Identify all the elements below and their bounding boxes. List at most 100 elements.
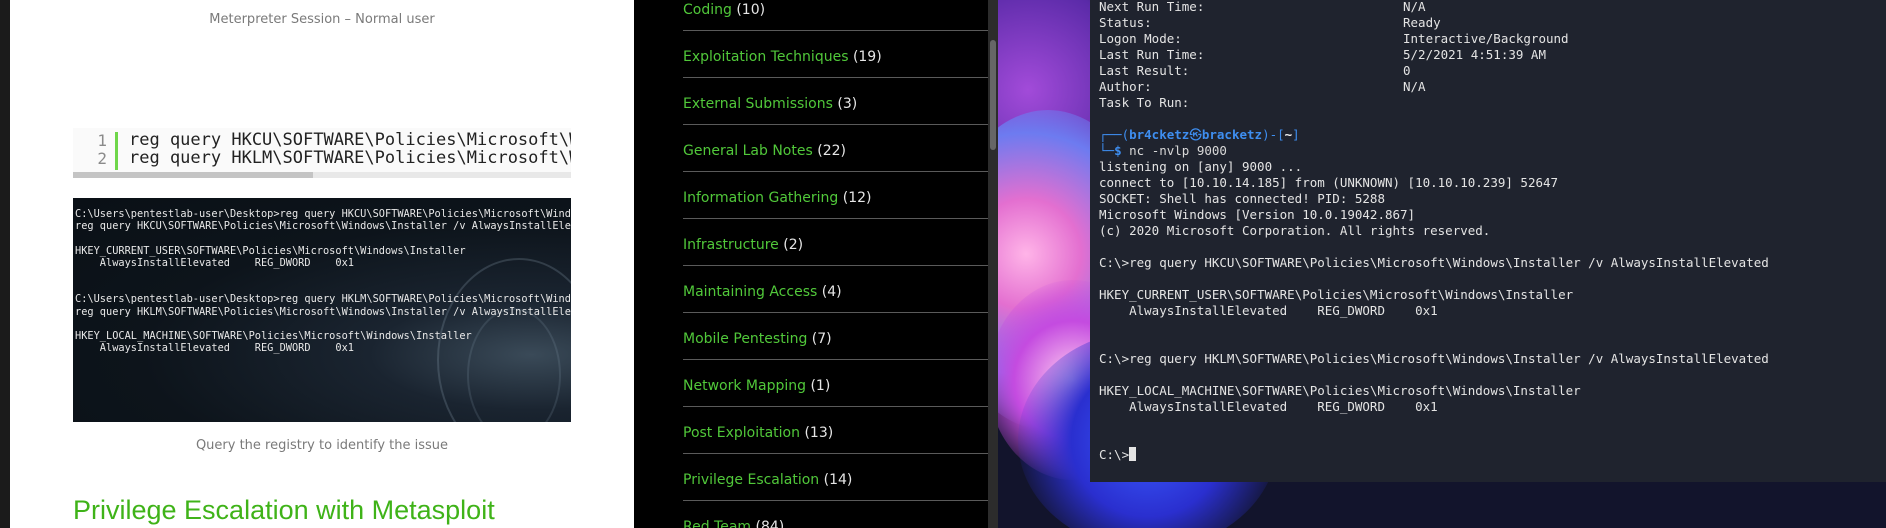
category-entry: Exploitation Techniques (19) [683,49,882,65]
prompt-sep: )-[ [1262,127,1285,142]
image-caption-registry: Query the registry to identify the issue [195,438,449,453]
category-link[interactable]: Coding [683,2,732,18]
prompt-command: nc -nvlp 9000 [1129,143,1227,158]
sidebar-scrollbar[interactable] [988,0,998,528]
category-count: (2) [783,237,804,253]
task-field-label: Task To Run: [1099,95,1190,110]
category-link[interactable]: External Submissions [683,96,833,112]
code-line: reg query HKLM\SOFTWARE\Policies\Microso… [129,148,571,168]
category-count: (7) [811,331,832,347]
category-count: (84) [755,519,785,528]
category-count: (12) [842,190,872,206]
category-link[interactable]: Mobile Pentesting [683,331,807,347]
task-field-value: Ready [1403,15,1441,30]
category-item[interactable]: General Lab Notes (22) [683,124,988,172]
category-entry: Post Exploitation (13) [683,425,833,441]
category-item[interactable]: Exploitation Techniques (19) [683,30,988,78]
category-item[interactable]: Maintaining Access (4) [683,265,988,313]
scrollbar-thumb[interactable] [990,40,996,150]
prompt-user: br4cketz [1129,127,1190,142]
category-count: (10) [736,2,766,18]
prompt-at-symbol: ㉿ [1189,127,1202,142]
shell-prompt: C:\> [1099,447,1130,462]
categories-sidebar: Coding (10) Exploitation Techniques (19) E… [634,0,988,528]
category-item[interactable]: Network Mapping (1) [683,359,988,407]
scrollbar-thumb[interactable] [73,172,313,178]
prompt-corner: └─ [1099,143,1115,158]
category-entry: Red Team (84) [683,519,784,528]
output-line: listening on [any] 9000 ... [1099,159,1303,174]
category-count: (3) [837,96,858,112]
category-link[interactable]: Infrastructure [683,237,779,253]
registry-value-line: AlwaysInstallElevated REG_DWORD 0x1 [1099,399,1438,414]
code-block[interactable]: 1 2 reg query HKCU\SOFTWARE\Policies\Mic… [73,128,571,178]
category-count: (1) [810,378,831,394]
task-field-label: Author: [1099,79,1152,94]
category-count: (13) [804,425,834,441]
task-field-row: Next Run Time: N/A [1099,0,1426,15]
code-gutter-bar [115,132,118,170]
registry-key-line: HKEY_LOCAL_MACHINE\SOFTWARE\Policies\Mic… [1099,383,1581,398]
text-cursor [1129,447,1137,461]
prompt-dollar: $ [1114,143,1130,158]
task-field-label: Next Run Time: [1099,0,1205,14]
output-line: SOCKET: Shell has connected! PID: 5288 [1099,191,1385,206]
category-item[interactable]: Infrastructure (2) [683,218,988,266]
category-link[interactable]: Privilege Escalation [683,472,819,488]
task-field-row: Status: Ready [1099,15,1441,31]
task-field-value: N/A [1403,0,1426,14]
registry-value-line: AlwaysInstallElevated REG_DWORD 0x1 [1099,303,1438,318]
line-number: 2 [97,149,107,168]
image-caption-meterpreter: Meterpreter Session – Normal user [209,12,435,27]
category-entry: Information Gathering (12) [683,190,872,206]
category-link[interactable]: Information Gathering [683,190,838,206]
task-field-row: Author: N/A [1099,79,1426,95]
category-item[interactable]: Coding (10) [683,0,988,31]
task-field-label: Last Run Time: [1099,47,1205,62]
registry-query-screenshot: C:\Users\pentestlab-user\Desktop>reg que… [73,198,571,422]
category-count: (4) [821,284,842,300]
category-link[interactable]: Red Team [683,519,751,528]
article-pane: Meterpreter Session – Normal user 1 2 re… [10,0,634,528]
category-link[interactable]: Network Mapping [683,378,806,394]
prompt-command-line: └─$ nc -nvlp 9000 [1099,143,1227,159]
task-field-value: N/A [1403,79,1426,94]
current-prompt-line: C:\> [1099,447,1137,463]
task-field-row: Last Result: 0 [1099,63,1411,79]
left-window-edge [0,0,10,528]
category-link[interactable]: General Lab Notes [683,143,813,159]
category-entry: External Submissions (3) [683,96,857,112]
category-entry: Mobile Pentesting (7) [683,331,832,347]
category-entry: Coding (10) [683,2,765,18]
category-entry: Maintaining Access (4) [683,284,842,300]
category-count: (22) [817,143,846,159]
category-count: (14) [823,472,853,488]
category-entry: Privilege Escalation (14) [683,472,852,488]
code-line: reg query HKCU\SOFTWARE\Policies\Microso… [129,130,571,150]
registry-key-line: HKEY_CURRENT_USER\SOFTWARE\Policies\Micr… [1099,287,1574,302]
category-link[interactable]: Post Exploitation [683,425,800,441]
category-item[interactable]: Mobile Pentesting (7) [683,312,988,360]
task-field-value: 0 [1403,63,1411,78]
category-entry: General Lab Notes (22) [683,143,846,159]
code-horizontal-scrollbar[interactable] [73,172,571,178]
category-item[interactable]: Post Exploitation (13) [683,406,988,454]
category-link[interactable]: Exploitation Techniques [683,49,848,65]
task-field-row: Logon Mode: Interactive/Background [1099,31,1569,47]
category-item[interactable]: External Submissions (3) [683,77,988,125]
category-item[interactable]: Red Team (84) [683,500,988,528]
prompt-header: ┌──(br4cketz㉿bracketz)-[~] [1099,127,1300,143]
category-item[interactable]: Privilege Escalation (14) [683,453,988,501]
category-entry: Infrastructure (2) [683,237,803,253]
category-link[interactable]: Maintaining Access [683,284,817,300]
line-number: 1 [97,131,107,150]
category-item[interactable]: Information Gathering (12) [683,171,988,219]
section-heading: Privilege Escalation with Metasploit [73,495,495,525]
prompt-corner: ┌──( [1099,127,1130,142]
category-count: (19) [852,49,882,65]
task-field-label: Logon Mode: [1099,31,1182,46]
task-field-row: Last Run Time: 5/2/2021 4:51:39 AM [1099,47,1546,63]
terminal-window[interactable]: Next Run Time: N/A Status: Ready Logon Mode:… [1090,0,1886,482]
output-line: (c) 2020 Microsoft Corporation. All righ… [1099,223,1491,238]
task-field-value: 5/2/2021 4:51:39 AM [1403,47,1546,62]
